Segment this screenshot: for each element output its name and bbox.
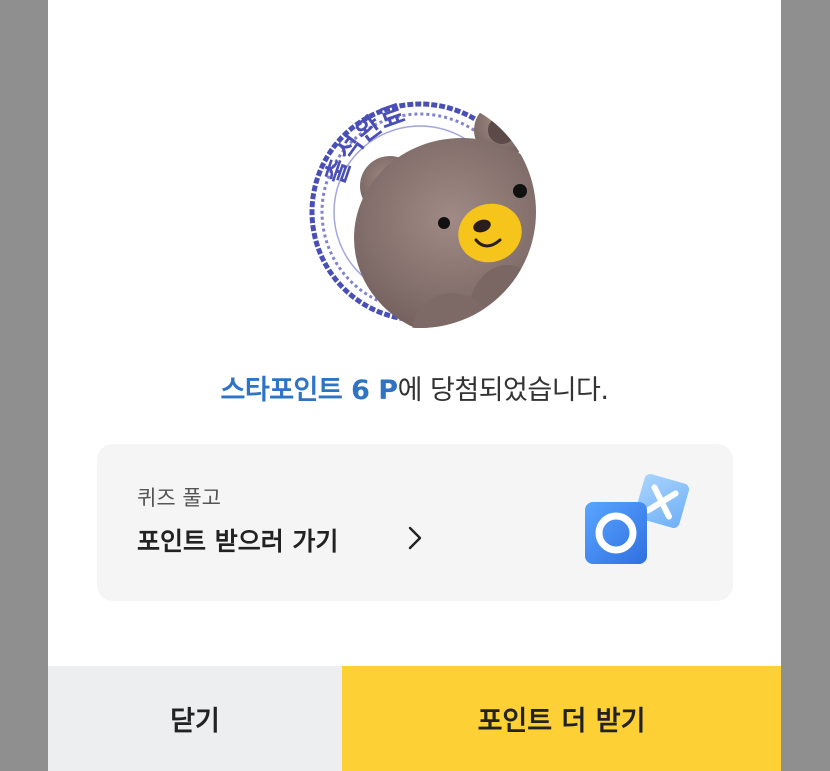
- close-button[interactable]: 닫기: [48, 666, 342, 771]
- reward-message: 스타포인트 6 P에 당첨되었습니다.: [48, 368, 781, 407]
- get-more-points-button[interactable]: 포인트 더 받기: [342, 666, 781, 771]
- reward-dialog: 출석완료 스타포인트 6 P에 당첨되었습니다. 퀴즈 풀고 포인트 받으러 가…: [48, 0, 781, 771]
- quiz-card-title: 포인트 받으러 가기: [137, 527, 339, 556]
- chevron-right-icon: [408, 526, 422, 550]
- reward-message-text: 에 당첨되었습니다.: [397, 375, 609, 406]
- quiz-card-subtitle: 퀴즈 풀고: [137, 486, 221, 510]
- ox-quiz-icon: [585, 473, 690, 564]
- reward-points-highlight: 스타포인트 6 P: [220, 375, 399, 406]
- attendance-stamp: 출석완료: [302, 88, 538, 333]
- quiz-points-card[interactable]: 퀴즈 풀고 포인트 받으러 가기: [97, 444, 733, 601]
- bear-character-icon: 출석완료: [309, 99, 536, 328]
